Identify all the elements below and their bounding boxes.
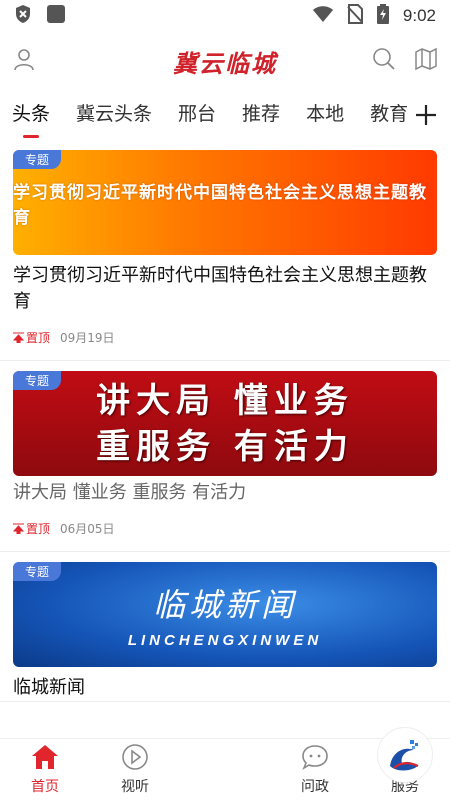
- card-meta: 置顶 06月05日: [13, 520, 437, 551]
- battery-icon: [376, 4, 389, 28]
- card-banner[interactable]: 专题 讲大局 懂业务 重服务 有活力: [13, 371, 437, 476]
- home-icon: [31, 744, 59, 774]
- nav-politics-label: 问政: [301, 779, 329, 795]
- tab-headline[interactable]: 头条: [12, 96, 50, 140]
- plus-icon[interactable]: [414, 100, 438, 130]
- news-card[interactable]: 专题 学习贯彻习近平新时代中国特色社会主义思想主题教育 学习贯彻习近平新时代中国…: [0, 140, 450, 361]
- nav-video-label: 视听: [121, 779, 149, 795]
- nav-politics[interactable]: 问政: [270, 739, 360, 800]
- news-card[interactable]: 专题 讲大局 懂业务 重服务 有活力 讲大局 懂业务 重服务 有活力 置顶 06…: [0, 361, 450, 552]
- logo-wave-icon[interactable]: [377, 727, 433, 783]
- pin-label: 置顶: [26, 331, 51, 345]
- card-banner[interactable]: 专题 学习贯彻习近平新时代中国特色社会主义思想主题教育: [13, 150, 437, 255]
- tab-recommend[interactable]: 推荐: [242, 96, 280, 140]
- banner-title: 临城新闻: [152, 586, 297, 624]
- card-date: 09月19日: [60, 331, 115, 345]
- card-date: 06月05日: [60, 522, 115, 536]
- category-tabs: 头条 冀云头条 邢台 推荐 本地 教育: [0, 96, 450, 140]
- search-icon[interactable]: [372, 47, 396, 75]
- nav-home-label: 首页: [31, 779, 59, 795]
- pin-label: 置顶: [26, 522, 51, 536]
- card-meta: 置顶 09月19日: [13, 329, 437, 360]
- tab-xingtai[interactable]: 邢台: [178, 96, 216, 140]
- nav-video[interactable]: 视听: [90, 739, 180, 800]
- topic-badge: 专题: [13, 562, 62, 581]
- banner-line-2: 重服务 有活力: [96, 426, 354, 467]
- status-time: 9:02: [402, 6, 436, 25]
- banner-line-1: 讲大局 懂业务: [96, 380, 354, 421]
- bottom-nav: 首页 视听 问政 服务: [0, 727, 450, 800]
- card-title[interactable]: 临城新闻: [13, 675, 437, 701]
- tab-education[interactable]: 教育: [370, 96, 408, 140]
- pin-badge: 置顶: [13, 520, 50, 537]
- banner-subtitle: LINCHENGXINWEN: [127, 632, 323, 649]
- app-header: 冀云临城: [0, 36, 450, 86]
- nav-center[interactable]: [180, 727, 433, 800]
- wifi-icon: [312, 5, 333, 27]
- card-title[interactable]: 学习贯彻习近平新时代中国特色社会主义思想主题教育: [13, 263, 437, 315]
- tab-local[interactable]: 本地: [306, 96, 344, 140]
- nav-home[interactable]: 首页: [0, 739, 90, 800]
- card-title[interactable]: 讲大局 懂业务 重服务 有活力: [13, 480, 437, 506]
- no-sim-icon: [347, 4, 363, 28]
- pin-badge: 置顶: [13, 329, 50, 346]
- chat-icon: [301, 744, 329, 774]
- square-icon: [46, 4, 66, 28]
- news-feed: 专题 学习贯彻习近平新时代中国特色社会主义思想主题教育 学习贯彻习近平新时代中国…: [0, 140, 450, 738]
- topic-badge: 专题: [13, 371, 62, 390]
- play-icon: [121, 744, 149, 774]
- pin-icon: [13, 523, 24, 534]
- tab-jiyun-headline[interactable]: 冀云头条: [76, 96, 152, 140]
- topic-badge: 专题: [13, 150, 62, 169]
- news-card[interactable]: 专题 临城新闻 LINCHENGXINWEN 临城新闻: [0, 552, 450, 702]
- pin-icon: [13, 332, 24, 343]
- user-icon[interactable]: [12, 47, 36, 75]
- map-icon[interactable]: [414, 47, 438, 75]
- card-banner[interactable]: 专题 临城新闻 LINCHENGXINWEN: [13, 562, 437, 667]
- shield-icon: [14, 4, 32, 28]
- status-bar: 9:02: [0, 0, 450, 32]
- banner-text: 学习贯彻习近平新时代中国特色社会主义思想主题教育: [13, 182, 427, 228]
